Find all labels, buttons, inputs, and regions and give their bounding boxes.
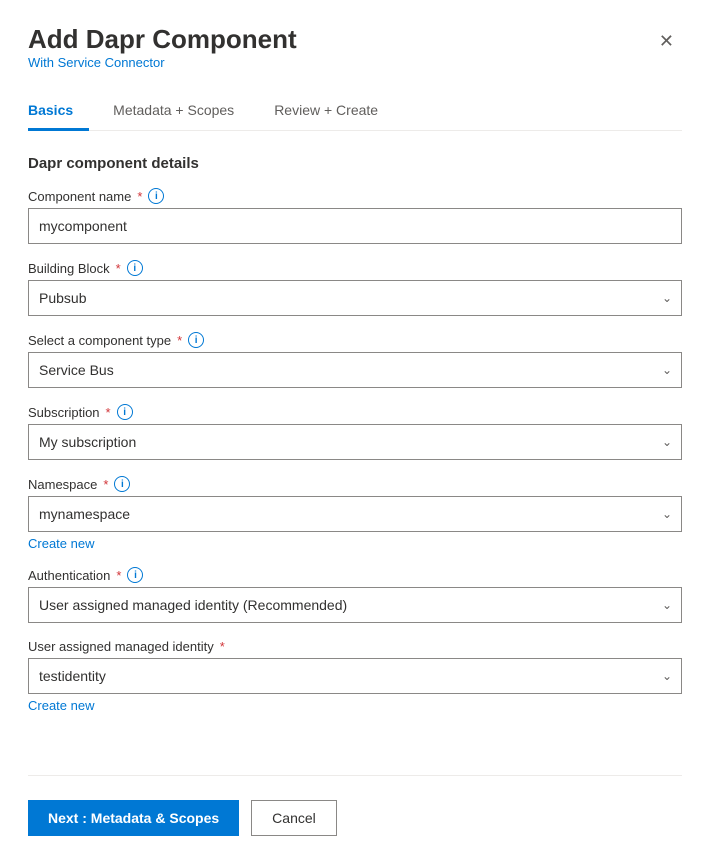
- authentication-label: Authentication * i: [28, 567, 682, 583]
- component-name-info-icon[interactable]: i: [148, 188, 164, 204]
- dialog-subtitle: With Service Connector: [28, 55, 297, 70]
- user-identity-select-wrapper: testidentity ⌄: [28, 658, 682, 694]
- namespace-label: Namespace * i: [28, 476, 682, 492]
- component-type-select-wrapper: Service Bus Event Hubs RabbitMQ Redis ⌄: [28, 352, 682, 388]
- required-star-building-block: *: [116, 261, 121, 276]
- add-dapr-component-dialog: Add Dapr Component With Service Connecto…: [0, 0, 710, 860]
- user-identity-field: User assigned managed identity * testide…: [28, 639, 682, 713]
- namespace-create-new-link[interactable]: Create new: [28, 536, 94, 551]
- building-block-field: Building Block * i Pubsub State Bindings…: [28, 260, 682, 316]
- required-star-user-identity: *: [220, 639, 225, 654]
- building-block-info-icon[interactable]: i: [127, 260, 143, 276]
- next-button[interactable]: Next : Metadata & Scopes: [28, 800, 239, 836]
- tab-metadata-scopes[interactable]: Metadata + Scopes: [113, 94, 250, 131]
- required-star-component-type: *: [177, 333, 182, 348]
- namespace-select[interactable]: mynamespace: [28, 496, 682, 532]
- component-type-select[interactable]: Service Bus Event Hubs RabbitMQ Redis: [28, 352, 682, 388]
- user-identity-create-new-link[interactable]: Create new: [28, 698, 94, 713]
- dialog-header: Add Dapr Component With Service Connecto…: [28, 24, 682, 90]
- user-identity-label: User assigned managed identity *: [28, 639, 682, 654]
- building-block-select[interactable]: Pubsub State Bindings Secrets: [28, 280, 682, 316]
- component-name-input[interactable]: [28, 208, 682, 244]
- authentication-field: Authentication * i User assigned managed…: [28, 567, 682, 623]
- authentication-select[interactable]: User assigned managed identity (Recommen…: [28, 587, 682, 623]
- tabs-bar: Basics Metadata + Scopes Review + Create: [28, 94, 682, 131]
- subscription-select[interactable]: My subscription: [28, 424, 682, 460]
- component-type-field: Select a component type * i Service Bus …: [28, 332, 682, 388]
- namespace-select-wrapper: mynamespace ⌄: [28, 496, 682, 532]
- authentication-info-icon[interactable]: i: [127, 567, 143, 583]
- tab-review-create[interactable]: Review + Create: [274, 94, 394, 131]
- dialog-title: Add Dapr Component: [28, 24, 297, 55]
- required-star-authentication: *: [116, 568, 121, 583]
- component-name-label: Component name * i: [28, 188, 682, 204]
- subscription-info-icon[interactable]: i: [117, 404, 133, 420]
- component-type-label: Select a component type * i: [28, 332, 682, 348]
- authentication-select-wrapper: User assigned managed identity (Recommen…: [28, 587, 682, 623]
- header-text: Add Dapr Component With Service Connecto…: [28, 24, 297, 90]
- user-identity-select[interactable]: testidentity: [28, 658, 682, 694]
- subscription-field: Subscription * i My subscription ⌄: [28, 404, 682, 460]
- cancel-button[interactable]: Cancel: [251, 800, 337, 836]
- tab-basics[interactable]: Basics: [28, 94, 89, 131]
- subscription-select-wrapper: My subscription ⌄: [28, 424, 682, 460]
- component-name-field: Component name * i: [28, 188, 682, 244]
- close-button[interactable]: ✕: [651, 28, 682, 54]
- namespace-field: Namespace * i mynamespace ⌄ Create new: [28, 476, 682, 551]
- required-star: *: [137, 189, 142, 204]
- subscription-label: Subscription * i: [28, 404, 682, 420]
- building-block-select-wrapper: Pubsub State Bindings Secrets ⌄: [28, 280, 682, 316]
- required-star-namespace: *: [103, 477, 108, 492]
- component-type-info-icon[interactable]: i: [188, 332, 204, 348]
- namespace-info-icon[interactable]: i: [114, 476, 130, 492]
- building-block-label: Building Block * i: [28, 260, 682, 276]
- dialog-footer: Next : Metadata & Scopes Cancel: [28, 775, 682, 836]
- section-title: Dapr component details: [28, 155, 682, 172]
- required-star-subscription: *: [106, 405, 111, 420]
